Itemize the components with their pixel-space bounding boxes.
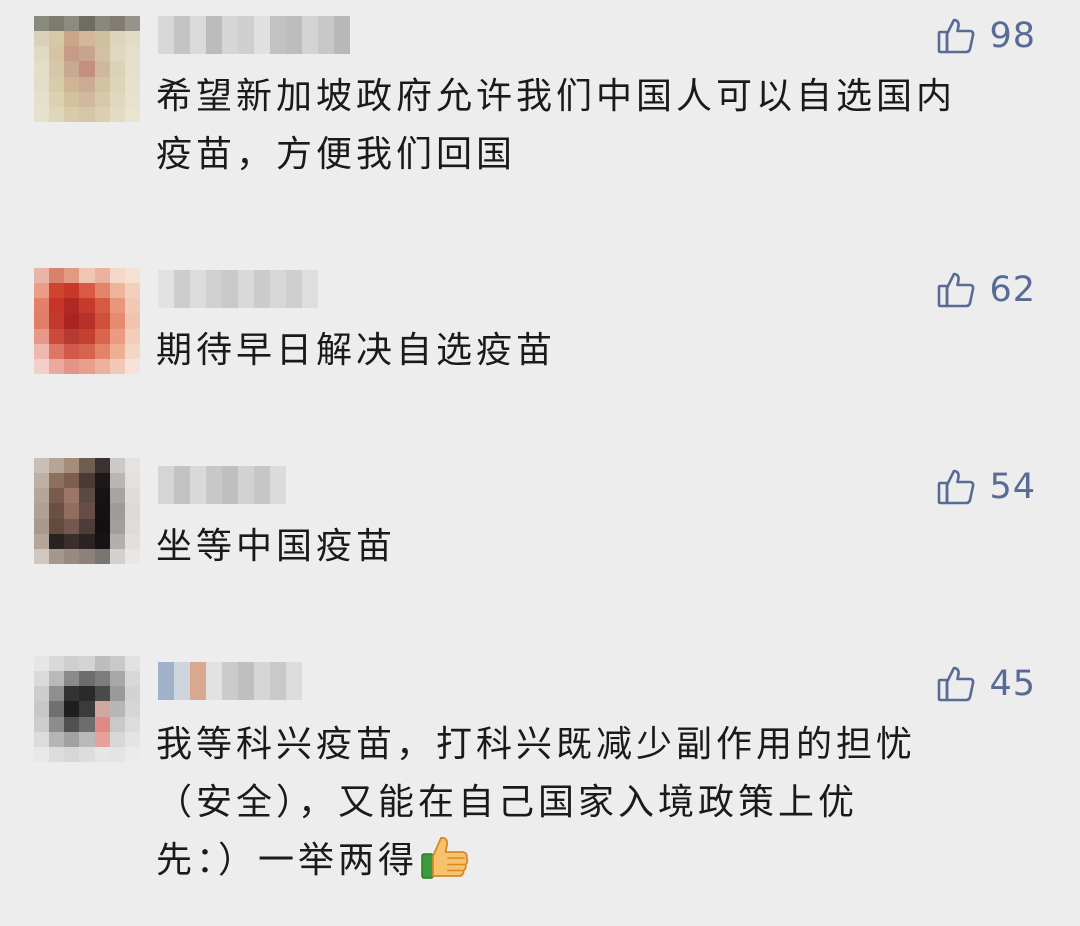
thumbs-up-outline-icon <box>938 18 975 54</box>
comment-text: 期待早日解决自选疫苗 <box>156 330 557 371</box>
like-button[interactable]: 54 <box>937 463 1036 511</box>
thumbs-up-emoji <box>421 836 469 879</box>
nickname-blurred[interactable] <box>158 16 350 54</box>
nickname-blurred[interactable] <box>158 662 302 700</box>
like-button[interactable]: 98 <box>937 12 1036 60</box>
comment-text: 希望新加坡政府允许我们中国人可以自选国内 疫苗，方便我们回国 <box>156 76 957 175</box>
like-count: 62 <box>989 270 1036 310</box>
like-button[interactable]: 45 <box>937 660 1036 708</box>
thumbs-up-outline-icon <box>938 469 975 505</box>
like-button[interactable]: 62 <box>937 266 1036 314</box>
avatar[interactable] <box>34 16 140 122</box>
avatar[interactable] <box>34 656 140 762</box>
nickname-blurred[interactable] <box>158 466 286 504</box>
thumbs-up-outline-icon <box>938 272 975 308</box>
comment-text-content: 我等科兴疫苗，打科兴既减少副作用的担忧 （安全），又能在自己国家入境政策上优 先… <box>156 724 917 881</box>
like-count: 54 <box>989 467 1036 507</box>
thumbs-up-outline-icon <box>938 666 975 702</box>
avatar[interactable] <box>34 458 140 564</box>
comment-list: 98 希望新加坡政府允许我们中国人可以自选国内 疫苗，方便我们回国 62 期待早… <box>0 0 1080 926</box>
comment-text: 我等科兴疫苗，打科兴既减少副作用的担忧 （安全），又能在自己国家入境政策上优 先… <box>156 716 1036 890</box>
comment-text: 坐等中国疫苗 <box>156 526 397 567</box>
like-count: 98 <box>989 16 1036 56</box>
avatar[interactable] <box>34 268 140 374</box>
like-count: 45 <box>989 664 1036 704</box>
nickname-blurred[interactable] <box>158 270 318 308</box>
